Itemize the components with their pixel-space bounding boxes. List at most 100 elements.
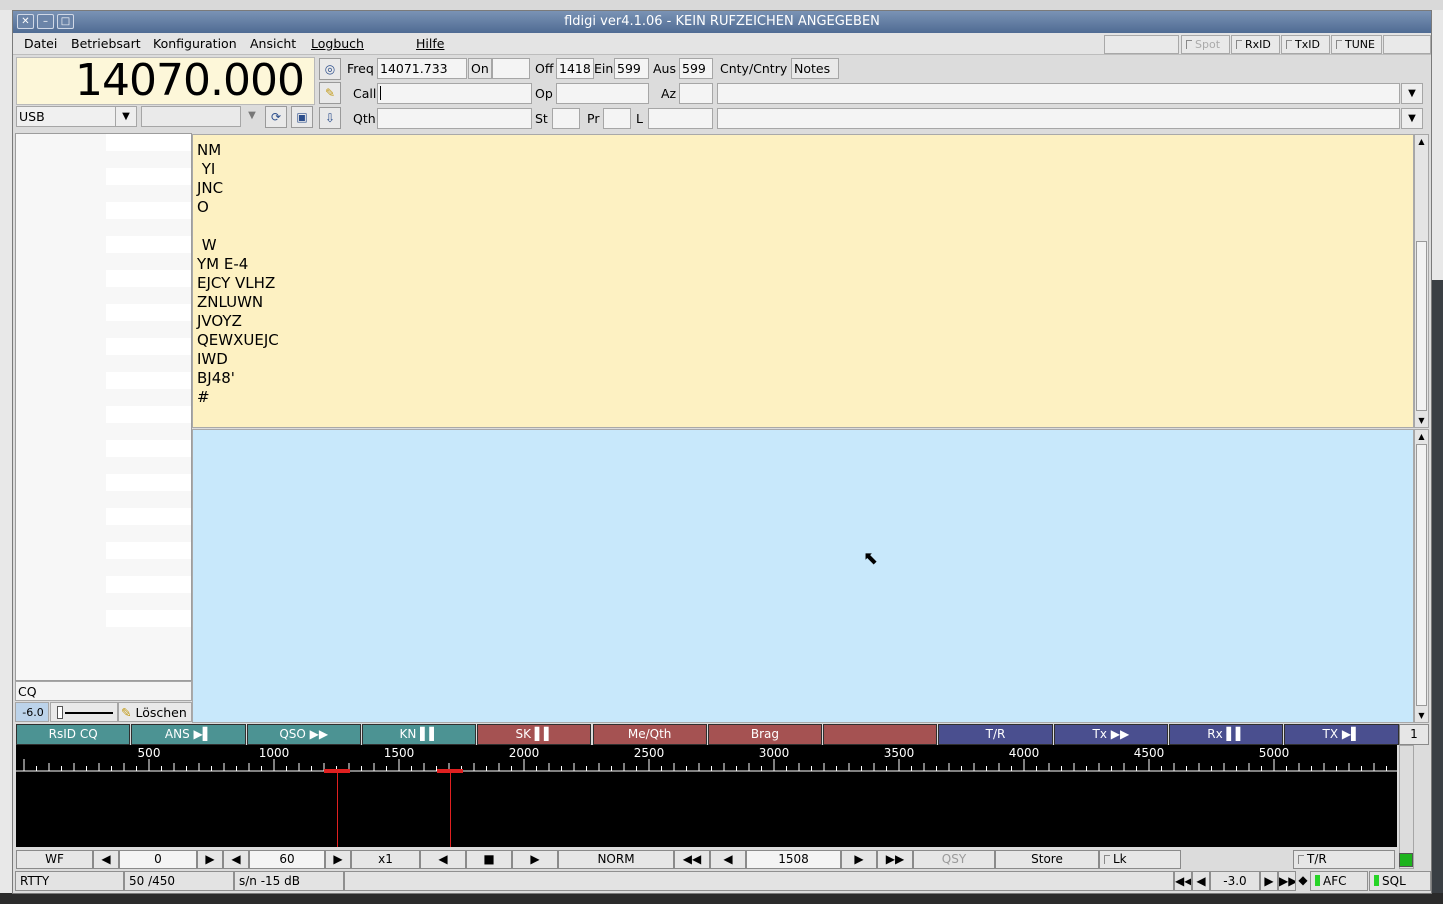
bandwidth-dropdown-arrow-icon[interactable]: ▼	[241, 106, 263, 127]
save-log-icon[interactable]: ⇩	[319, 107, 341, 129]
browser-row[interactable]	[106, 389, 191, 406]
browser-row[interactable]	[106, 236, 191, 253]
browser-row[interactable]	[106, 559, 191, 576]
menu-hilfe[interactable]: Hilfe	[416, 36, 444, 51]
tx-scroll-thumb[interactable]	[1416, 444, 1427, 706]
macro-button-11[interactable]: Rx ▌▌	[1169, 724, 1284, 745]
browser-row[interactable]	[106, 202, 191, 219]
browser-row[interactable]	[106, 610, 191, 627]
browser-row[interactable]	[106, 338, 191, 355]
op-field[interactable]	[556, 83, 649, 104]
close-icon[interactable]: ✕	[17, 14, 34, 29]
receive-text-pane[interactable]: NM YI JNC O W YM E-4 EJCY VLHZ ZNLUWN JV…	[192, 134, 1414, 428]
zoom-button[interactable]: x1	[351, 850, 420, 869]
scroll-down-icon[interactable]: ▼	[1415, 414, 1428, 427]
txid-toggle[interactable]: TxID	[1281, 35, 1330, 54]
zoom-right-icon[interactable]: ▶	[512, 850, 558, 869]
speed-increase-icon[interactable]: ▶	[325, 850, 351, 869]
carrier-fast-right-icon[interactable]: ▶▶	[877, 850, 913, 869]
browser-row[interactable]	[106, 151, 191, 168]
call-history-arrow-icon[interactable]: ▼	[1401, 83, 1423, 104]
rx-scrollbar[interactable]: ▲ ▼	[1414, 134, 1429, 428]
browser-row[interactable]	[106, 321, 191, 338]
speed-decrease-icon[interactable]: ◀	[223, 850, 249, 869]
rxid-toggle[interactable]: RxID	[1231, 35, 1280, 54]
clear-browser-button[interactable]: ✎ Löschen	[118, 702, 192, 722]
browser-row[interactable]	[106, 440, 191, 457]
speed-value[interactable]: 60	[249, 850, 325, 869]
browser-row[interactable]	[106, 627, 191, 644]
signal-browser-panel[interactable]	[15, 133, 192, 681]
carrier-freq-value[interactable]: 1508	[746, 850, 841, 869]
browser-row[interactable]	[106, 542, 191, 559]
slider-handle[interactable]	[57, 706, 63, 719]
browser-row[interactable]	[106, 576, 191, 593]
macro-button-3[interactable]: QSO ▶▶	[246, 724, 361, 745]
carrier-left-icon[interactable]: ◀	[710, 850, 746, 869]
wf-mode-button[interactable]: NORM	[558, 850, 674, 869]
minimize-icon[interactable]: –	[37, 14, 54, 29]
cq-search-field[interactable]: CQ	[15, 681, 192, 701]
afc-fast-down-icon[interactable]: ◀◀	[1174, 871, 1192, 891]
menu-logbuch[interactable]: Logbuch	[311, 36, 364, 51]
frequency-display[interactable]: 14070.000	[16, 57, 315, 105]
waterfall-mode-button[interactable]: WF	[16, 850, 93, 869]
scroll-up-icon[interactable]: ▲	[1415, 135, 1428, 148]
browser-row[interactable]	[106, 304, 191, 321]
sync-icon[interactable]: ⟳	[265, 106, 287, 128]
rx-scroll-thumb[interactable]	[1416, 241, 1427, 411]
maximize-icon[interactable]: □	[57, 14, 74, 29]
browser-row[interactable]	[106, 134, 191, 151]
azimuth-field[interactable]	[679, 83, 713, 104]
call-field[interactable]	[377, 83, 532, 104]
offset-increase-icon[interactable]: ▶	[197, 850, 223, 869]
macro-button-4[interactable]: KN ▌▌	[361, 724, 477, 745]
menu-konfiguration[interactable]: Konfiguration	[153, 36, 237, 51]
qso-history-arrow-icon[interactable]: ▼	[1401, 108, 1423, 129]
clear-log-broom-icon[interactable]: ✎	[319, 82, 341, 104]
macro-button-8[interactable]	[823, 724, 938, 745]
afc-fast-up-icon[interactable]: ▶▶	[1278, 871, 1296, 891]
offset-decrease-icon[interactable]: ◀	[93, 850, 119, 869]
browser-row[interactable]	[106, 474, 191, 491]
transmit-text-pane[interactable]	[192, 429, 1414, 723]
tx-scrollbar[interactable]: ▲ ▼	[1414, 429, 1429, 723]
macro-button-10[interactable]: Tx ▶▶	[1053, 724, 1168, 745]
call-history-select[interactable]	[717, 83, 1400, 104]
browser-row[interactable]	[106, 355, 191, 372]
mode-select[interactable]: USB	[16, 106, 116, 127]
title-bar[interactable]: fldigi ver4.1.06 - KEIN RUFZEICHEN ANGEG…	[13, 11, 1431, 33]
qth-field[interactable]	[377, 108, 532, 129]
browser-row[interactable]	[106, 168, 191, 185]
mode-dropdown-arrow-icon[interactable]: ▼	[115, 106, 137, 127]
state-field[interactable]	[552, 108, 580, 129]
browser-row[interactable]	[106, 593, 191, 610]
off-time-field[interactable]: 1418	[556, 58, 594, 79]
browser-row[interactable]	[106, 253, 191, 270]
sql-toggle[interactable]: SQL	[1369, 871, 1431, 891]
tx-scroll-up-icon[interactable]: ▲	[1415, 430, 1428, 443]
zoom-left-icon[interactable]: ◀	[420, 850, 466, 869]
browser-row[interactable]	[106, 508, 191, 525]
lock-toggle[interactable]: Lk	[1099, 850, 1181, 869]
qsy-button[interactable]: QSY	[913, 850, 995, 869]
browser-row[interactable]	[106, 423, 191, 440]
notes-button[interactable]: Notes	[791, 58, 839, 79]
browser-row[interactable]	[106, 372, 191, 389]
tr-toggle[interactable]: T/R	[1293, 850, 1395, 869]
macro-button-5[interactable]: SK ▌▌	[477, 724, 592, 745]
rst-in-field[interactable]: 599	[614, 58, 649, 79]
browser-row[interactable]	[106, 270, 191, 287]
menu-datei[interactable]: Datei	[24, 36, 57, 51]
macro-button-1[interactable]: RsID CQ	[16, 724, 131, 745]
browser-row[interactable]	[106, 491, 191, 508]
province-field[interactable]	[603, 108, 631, 129]
browser-row[interactable]	[106, 185, 191, 202]
qso-history-select[interactable]	[717, 108, 1400, 129]
afc-value[interactable]: -3.0	[1210, 871, 1260, 891]
menu-ansicht[interactable]: Ansicht	[250, 36, 296, 51]
macro-button-7[interactable]: Brag	[707, 724, 823, 745]
macro-button-2[interactable]: ANS ▶▌	[131, 724, 246, 745]
on-time-field[interactable]	[492, 58, 530, 79]
zoom-center-icon[interactable]: ■	[466, 850, 512, 869]
